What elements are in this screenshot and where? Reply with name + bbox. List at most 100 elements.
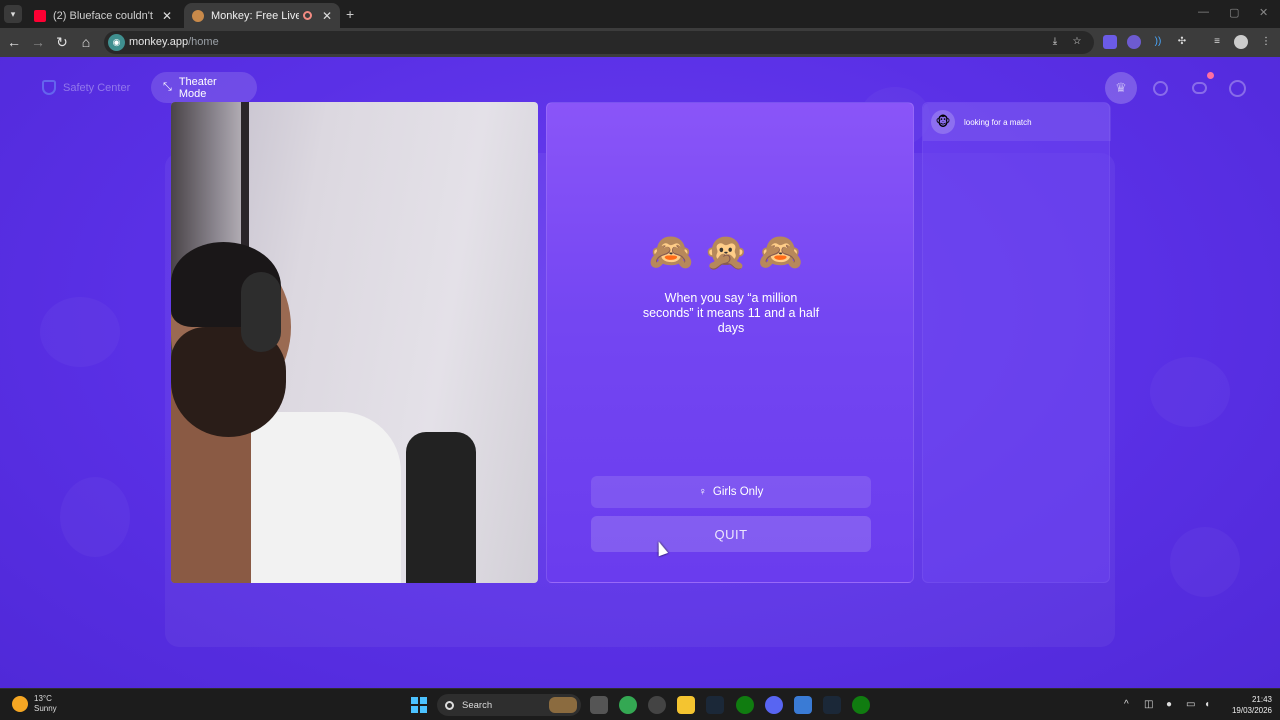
notepad-icon[interactable] <box>794 696 812 714</box>
theater-mode-button[interactable]: ⤡ Theater Mode <box>151 72 257 103</box>
browser-tab-bar: ▾ (2) Blueface couldn't believe wh ✕ Mon… <box>0 0 1280 28</box>
clock-date: 19/03/2026 <box>1231 706 1272 715</box>
background-decoration <box>1150 357 1230 427</box>
system-clock[interactable]: 21:43 19/03/2026 <box>1222 694 1272 716</box>
tab-monkey[interactable]: Monkey: Free Live Video Ch ✕ <box>184 3 340 28</box>
notification-dot <box>1207 72 1214 79</box>
theater-mode-label: Theater Mode <box>178 75 217 100</box>
windows-logo-icon <box>411 697 418 704</box>
extension-icon[interactable] <box>1127 35 1141 49</box>
safety-center-label: Safety Center <box>63 81 131 94</box>
tray-overflow-icon[interactable]: ^ <box>1124 699 1129 710</box>
windows-logo-icon <box>420 697 427 704</box>
twitch-extension-icon[interactable] <box>1103 35 1117 49</box>
display-icon[interactable]: ▭ <box>1186 699 1195 710</box>
url-path: /home <box>188 36 219 48</box>
discord-icon[interactable] <box>765 696 783 714</box>
tab-search-icon[interactable]: ▾ <box>4 5 22 23</box>
close-icon[interactable]: ✕ <box>322 9 332 23</box>
match-status-bar: 🐵 looking for a match <box>923 103 1111 141</box>
history-button[interactable] <box>1144 72 1176 104</box>
video-person <box>241 272 281 352</box>
address-bar[interactable]: ◉ monkey.app/home <box>104 31 1094 54</box>
quit-button[interactable]: QUIT <box>591 516 871 552</box>
audio-extension-icon[interactable]: )) <box>1151 35 1165 49</box>
volume-icon[interactable]: ◖ <box>1204 699 1210 710</box>
woman-icon: ♀ <box>698 486 707 498</box>
extensions-puzzle-icon[interactable]: ✣ <box>1175 35 1189 49</box>
shield-icon <box>42 80 56 95</box>
tab-title: Monkey: Free Live Video Ch <box>211 9 299 22</box>
windows-logo-icon <box>411 706 418 713</box>
install-app-icon[interactable]: ⤓ <box>1048 35 1062 49</box>
media-control-icon[interactable]: ≡ <box>1210 35 1224 49</box>
back-icon[interactable]: ← <box>5 33 23 51</box>
task-view-icon[interactable] <box>590 696 608 714</box>
clock-time: 21:43 <box>1251 695 1272 704</box>
network-icon[interactable]: ◫ <box>1144 699 1153 710</box>
sun-icon <box>12 696 28 712</box>
reload-icon[interactable]: ↻ <box>53 33 71 51</box>
safety-center-button[interactable]: Safety Center <box>30 72 142 103</box>
minimize-icon[interactable]: — <box>1198 6 1209 18</box>
start-button[interactable] <box>411 697 427 713</box>
monkey-emojis: 🙈🙊🙈 <box>648 231 814 272</box>
local-video-feed <box>171 102 538 583</box>
new-tab-button[interactable]: + <box>346 6 354 22</box>
microphone-icon[interactable]: ● <box>1166 699 1172 710</box>
background-decoration <box>1170 527 1240 597</box>
premium-crown-button[interactable]: ♛ <box>1105 72 1137 104</box>
profile-avatar-icon[interactable] <box>1234 35 1248 49</box>
browser-toolbar: ← → ↻ ⌂ ◉ monkey.app/home ⤓ ☆ )) ✣ ≡ ⋮ <box>0 28 1280 57</box>
forward-icon[interactable]: → <box>29 33 47 51</box>
search-highlight-icon <box>549 697 577 713</box>
monkey-avatar-icon: 🐵 <box>931 110 955 134</box>
home-icon[interactable]: ⌂ <box>77 33 95 51</box>
profile-button[interactable] <box>1221 72 1253 104</box>
windows-taskbar: 13°C Sunny Search ^ ◫ ● ▭ ◖ 21:43 19/03/… <box>0 688 1280 720</box>
background-decoration <box>60 477 130 557</box>
url-host: monkey.app <box>129 36 189 48</box>
girls-only-label: Girls Only <box>712 486 764 498</box>
background-decoration <box>40 297 120 367</box>
xbox-icon[interactable] <box>736 696 754 714</box>
chat-icon <box>1191 82 1207 94</box>
maximize-icon[interactable]: ▢ <box>1229 6 1239 19</box>
monkey-icon <box>192 9 204 22</box>
quit-label: QUIT <box>714 526 748 542</box>
steam-icon[interactable] <box>706 696 724 714</box>
url-text: monkey.app/home <box>129 36 219 48</box>
xbox-app-icon[interactable] <box>852 696 870 714</box>
chat-panel: 🐵 looking for a match <box>922 102 1111 583</box>
search-icon <box>445 700 454 710</box>
profile-icon <box>1228 79 1246 97</box>
temperature: 13°C <box>34 694 52 703</box>
search-label: Search <box>462 699 493 711</box>
window-close-icon[interactable]: ✕ <box>1259 6 1268 19</box>
weather-text: 13°C Sunny <box>34 694 57 714</box>
match-status-text: looking for a match <box>964 117 1032 127</box>
chrome-icon[interactable] <box>619 696 637 714</box>
steam-icon[interactable] <box>823 696 841 714</box>
weather-widget[interactable]: 13°C Sunny <box>12 694 57 714</box>
weather-condition: Sunny <box>34 704 57 713</box>
close-icon[interactable]: ✕ <box>162 9 172 23</box>
match-panel: 🙈🙊🙈 When you say “a million seconds” it … <box>546 102 914 583</box>
site-info-icon[interactable]: ◉ <box>108 34 125 51</box>
taskbar-search[interactable]: Search <box>437 694 581 716</box>
windows-logo-icon <box>420 706 427 713</box>
bookmark-star-icon[interactable]: ☆ <box>1070 35 1084 49</box>
video-chair <box>406 432 476 583</box>
chatgpt-icon[interactable] <box>648 696 666 714</box>
girls-only-button[interactable]: ♀ Girls Only <box>591 476 871 508</box>
messages-button[interactable] <box>1183 72 1215 104</box>
recording-icon <box>302 11 312 20</box>
youtube-icon <box>34 9 46 22</box>
file-explorer-icon[interactable] <box>677 696 695 714</box>
tab-youtube[interactable]: (2) Blueface couldn't believe wh ✕ <box>26 3 180 28</box>
tab-title: (2) Blueface couldn't believe wh <box>53 9 156 22</box>
browser-menu-icon[interactable]: ⋮ <box>1259 35 1273 49</box>
history-icon <box>1152 80 1168 96</box>
expand-icon: ⤡ <box>163 81 172 93</box>
crown-icon: ♛ <box>1115 80 1127 95</box>
